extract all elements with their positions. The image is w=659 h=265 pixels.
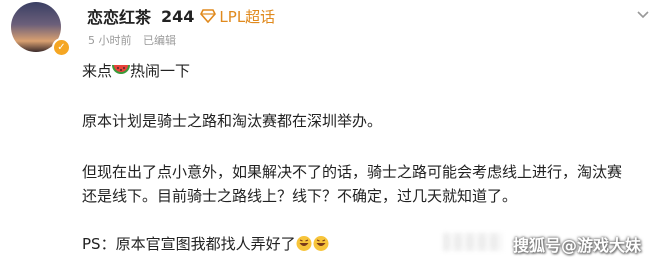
diamond-icon xyxy=(200,9,217,23)
verified-badge-icon: ✓ xyxy=(52,38,71,57)
author-level: 244 xyxy=(161,6,195,26)
post-time: 5 小时前 xyxy=(88,34,132,47)
post-line-1: 来点 热闹一下 xyxy=(82,59,190,86)
post-text: PS：原本官宣图我都找人弄好了 xyxy=(82,235,296,253)
laugh-emoji-icon xyxy=(296,235,330,259)
post-text: 来点 xyxy=(82,62,113,80)
edited-label: 已编辑 xyxy=(143,34,176,47)
post-line-2: 原本计划是骑士之路和淘汰赛都在深圳举办。 xyxy=(82,112,383,130)
author-row: 恋恋红茶 244 LPL超话 xyxy=(87,4,275,28)
post-meta: 5 小时前 已编辑 xyxy=(88,32,176,48)
watermelon-icon xyxy=(112,62,131,86)
chevron-down-icon[interactable] xyxy=(636,10,650,20)
post-line-5: PS：原本官宣图我都找人弄好了 xyxy=(82,232,330,259)
post-line-4: 还是线下。目前骑士之路线上？线下？不确定，过几天就知道了。 xyxy=(82,187,518,205)
post-line-3: 但现在出了点小意外，如果解决不了的话，骑士之路可能会考虑线上进行，淘汰赛 xyxy=(82,163,623,181)
post-text: 热闹一下 xyxy=(130,62,191,80)
supertopic-tag[interactable]: LPL超话 xyxy=(219,6,275,27)
watermark: 搜狐号@游戏大妹 xyxy=(513,236,642,255)
author-name[interactable]: 恋恋红茶 xyxy=(87,4,151,28)
blurred-overlay xyxy=(443,233,503,251)
